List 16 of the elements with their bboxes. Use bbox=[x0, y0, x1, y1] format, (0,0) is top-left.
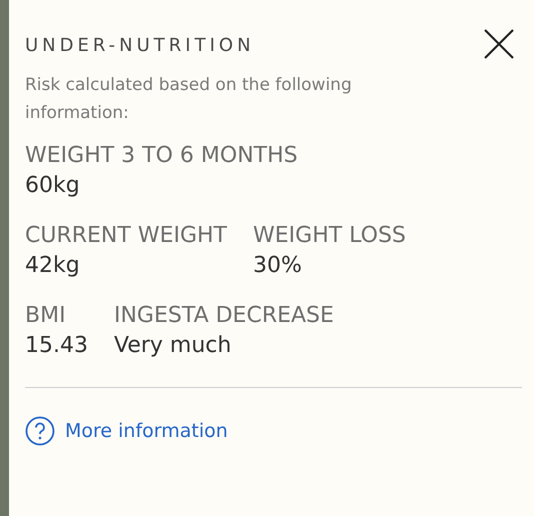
field-label: INGESTA DECREASE bbox=[114, 302, 334, 330]
field-value: 30% bbox=[253, 252, 302, 280]
field-value: 15.43 bbox=[25, 332, 88, 360]
field-label: BMI bbox=[25, 302, 66, 330]
field-value: Very much bbox=[114, 332, 232, 360]
field-label: CURRENT WEIGHT bbox=[25, 222, 227, 250]
field-value: 60kg bbox=[25, 172, 80, 200]
help-icon bbox=[25, 416, 55, 446]
close-icon bbox=[482, 27, 516, 61]
close-button[interactable] bbox=[482, 27, 516, 61]
field-value: 42kg bbox=[25, 252, 80, 280]
field-label: WEIGHT LOSS bbox=[253, 222, 406, 250]
subtitle: Risk calculated based on the following information: bbox=[25, 74, 353, 125]
more-information-link[interactable]: More information bbox=[25, 416, 228, 446]
panel-title: UNDER-NUTRITION bbox=[25, 34, 255, 58]
field-label: WEIGHT 3 TO 6 MONTHS bbox=[25, 142, 298, 170]
